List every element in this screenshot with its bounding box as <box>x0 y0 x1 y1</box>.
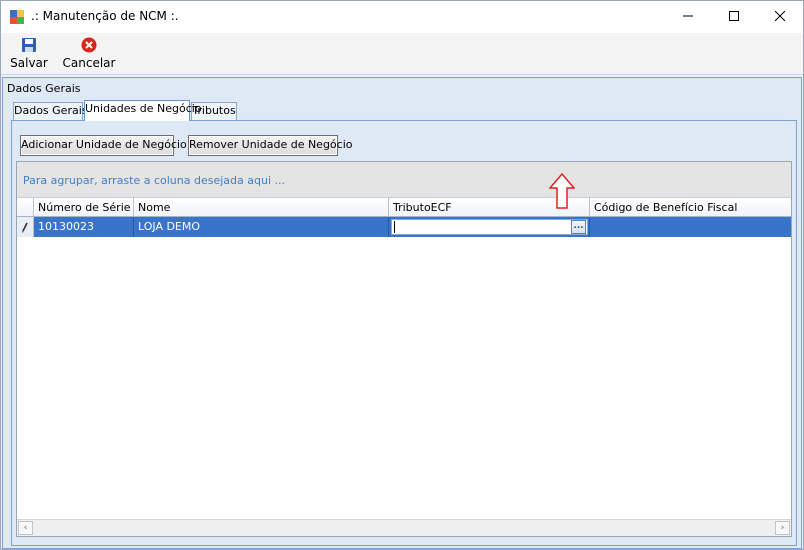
save-label: Salvar <box>10 56 48 70</box>
chevron-left-icon: ‹ <box>23 523 28 533</box>
group-by-panel[interactable]: Para agrupar, arraste a coluna desejada … <box>17 162 791 197</box>
column-header-nome[interactable]: Nome <box>134 198 389 217</box>
maximize-button[interactable] <box>711 1 757 33</box>
column-header-codigo-beneficio[interactable]: Código de Benefício Fiscal <box>590 198 791 217</box>
red-arrow-annotation-icon <box>548 172 576 209</box>
floppy-disk-icon <box>20 36 38 54</box>
cell-codigo-beneficio[interactable] <box>590 217 791 237</box>
scroll-left-button[interactable]: ‹ <box>18 521 33 535</box>
red-x-circle-icon <box>80 36 98 54</box>
tributo-ecf-input[interactable]: ... <box>391 219 588 235</box>
cell-numero-serie[interactable]: 10130023 <box>34 217 134 237</box>
main-window: .: Manutenção de NCM :. Salvar Cancelar … <box>0 0 804 550</box>
row-indicator[interactable] <box>17 217 34 237</box>
cell-nome[interactable]: LOJA DEMO <box>134 217 389 237</box>
dados-gerais-group: Dados Gerais Dados Gerais Unidades de Ne… <box>2 77 802 549</box>
add-business-unit-button[interactable]: Adicionar Unidade de Negócio <box>20 135 187 156</box>
group-label: Dados Gerais <box>7 82 81 95</box>
cancel-button[interactable]: Cancelar <box>63 35 115 73</box>
close-icon <box>774 10 786 24</box>
text-caret <box>394 221 395 233</box>
toolbar: Salvar Cancelar <box>1 33 803 75</box>
column-header-numero-serie[interactable]: Número de Série <box>34 198 134 217</box>
cancel-label: Cancelar <box>62 56 116 70</box>
close-button[interactable] <box>757 1 803 33</box>
tab-panel-unidades: Adicionar Unidade de Negócio Remover Uni… <box>11 120 797 546</box>
minimize-button[interactable] <box>665 1 711 33</box>
table-row[interactable]: 10130023 LOJA DEMO ... <box>17 217 791 237</box>
minimize-icon <box>683 11 693 24</box>
app-icon <box>9 9 25 25</box>
scroll-right-button[interactable]: › <box>775 521 790 535</box>
group-by-hint: Para agrupar, arraste a coluna desejada … <box>23 174 285 187</box>
window-title: .: Manutenção de NCM :. <box>31 9 179 23</box>
business-units-grid: Para agrupar, arraste a coluna desejada … <box>16 161 792 537</box>
horizontal-scrollbar[interactable]: ‹ › <box>17 519 791 536</box>
save-button[interactable]: Salvar <box>9 35 49 73</box>
maximize-icon <box>729 10 739 24</box>
remove-business-unit-button[interactable]: Remover Unidade de Negócio <box>188 135 353 156</box>
tab-unidades-de-negocio[interactable]: Unidades de Negócio <box>84 100 202 121</box>
cell-tributo-ecf[interactable]: ... <box>389 217 590 237</box>
pencil-icon <box>17 222 33 237</box>
grid-header-row: Número de Série Nome TributoECF Código d… <box>17 197 791 217</box>
tab-dados-gerais[interactable]: Dados Gerais <box>13 102 88 120</box>
chevron-right-icon: › <box>780 523 785 533</box>
row-indicator-header <box>17 198 34 217</box>
title-bar[interactable]: .: Manutenção de NCM :. <box>1 1 803 33</box>
ellipsis-lookup-button[interactable]: ... <box>571 220 586 234</box>
